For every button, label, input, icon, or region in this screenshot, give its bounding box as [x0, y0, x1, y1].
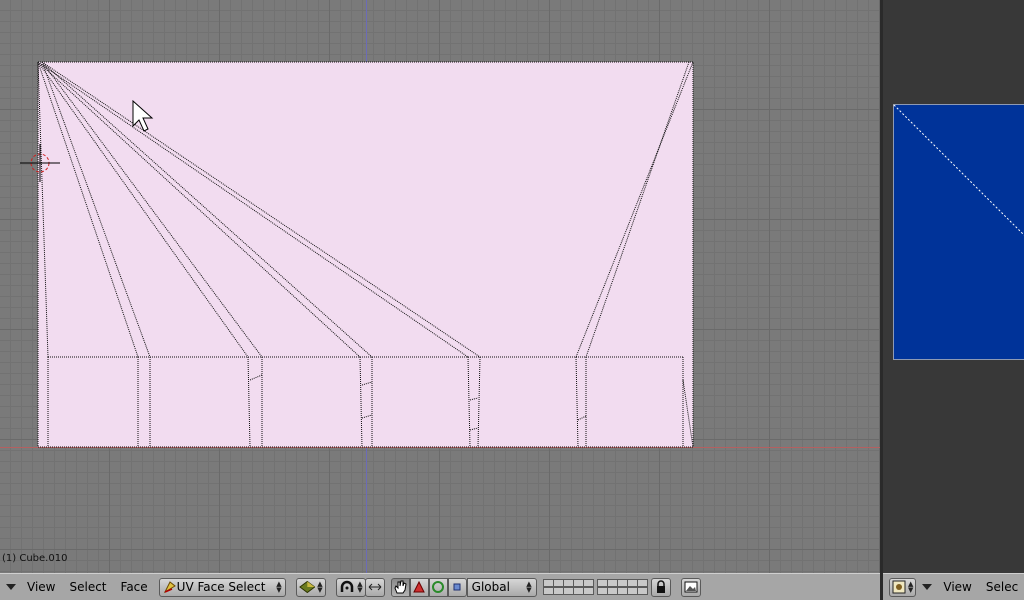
- updown-arrows-icon: ▲ ▼: [357, 580, 363, 594]
- uv-mesh[interactable]: [0, 0, 880, 573]
- layer-block-1: [542, 579, 594, 595]
- layer-block-2: [596, 579, 648, 595]
- rotate-button[interactable]: [428, 577, 448, 597]
- lock-button[interactable]: [650, 577, 671, 597]
- object-label: (1) Cube.010: [2, 553, 68, 564]
- mode-select-label: UV Face Select: [176, 580, 266, 594]
- menu-select[interactable]: Select: [64, 580, 115, 594]
- lock-icon: [656, 580, 665, 593]
- translate-options-button[interactable]: [364, 577, 385, 597]
- render-icon: [684, 581, 698, 593]
- 3d-cursor-icon: [20, 144, 60, 182]
- layer-buttons[interactable]: [542, 579, 648, 595]
- manipulator-group: [390, 577, 467, 597]
- translate-button[interactable]: [409, 577, 429, 597]
- mode-select[interactable]: UV Face Select ▲ ▼: [158, 577, 286, 597]
- header-collapse-icon[interactable]: [922, 584, 933, 590]
- menu-view[interactable]: View: [938, 580, 980, 594]
- updown-arrows-icon: ▲ ▼: [276, 580, 282, 594]
- translate-icon: [413, 581, 425, 593]
- orientation-label: Global: [471, 580, 510, 594]
- scale-icon: [453, 583, 461, 591]
- image-editor-header: ▲ ▼ View Selec: [883, 573, 1024, 600]
- rotate-icon: [432, 581, 445, 593]
- header-collapse-icon[interactable]: [6, 584, 16, 590]
- render-button[interactable]: [680, 577, 701, 597]
- manipulator-toggle[interactable]: [390, 577, 410, 597]
- manipulator-hand-icon: [394, 580, 407, 594]
- arrows-icon: [368, 583, 382, 591]
- 3d-view-header: View Select Face UV Face Select ▲ ▼ ▲ ▼ ▲ ▼: [0, 573, 880, 600]
- menu-face[interactable]: Face: [116, 580, 157, 594]
- image-editor-icon: [892, 580, 906, 594]
- updown-arrows-icon: ▲ ▼: [908, 580, 914, 594]
- mouse-pointer-icon: [132, 100, 154, 132]
- menu-select[interactable]: Selec: [981, 580, 1024, 594]
- orientation-select[interactable]: Global ▲ ▼: [466, 577, 537, 597]
- editor-type-select[interactable]: ▲ ▼: [889, 577, 917, 597]
- scale-button[interactable]: [447, 577, 467, 597]
- pivot-icon: [340, 580, 353, 592]
- menu-view[interactable]: View: [22, 580, 64, 594]
- shading-icon: [298, 580, 316, 594]
- pivot-select[interactable]: ▲ ▼: [335, 577, 366, 597]
- mode-icon: [163, 581, 176, 594]
- shading-select[interactable]: ▲ ▼: [295, 577, 326, 597]
- updown-arrows-icon: ▲ ▼: [526, 580, 532, 594]
- updown-arrows-icon: ▲ ▼: [317, 580, 323, 594]
- uv-island[interactable]: [893, 104, 1024, 360]
- 3d-viewport[interactable]: (1) Cube.010: [0, 0, 880, 573]
